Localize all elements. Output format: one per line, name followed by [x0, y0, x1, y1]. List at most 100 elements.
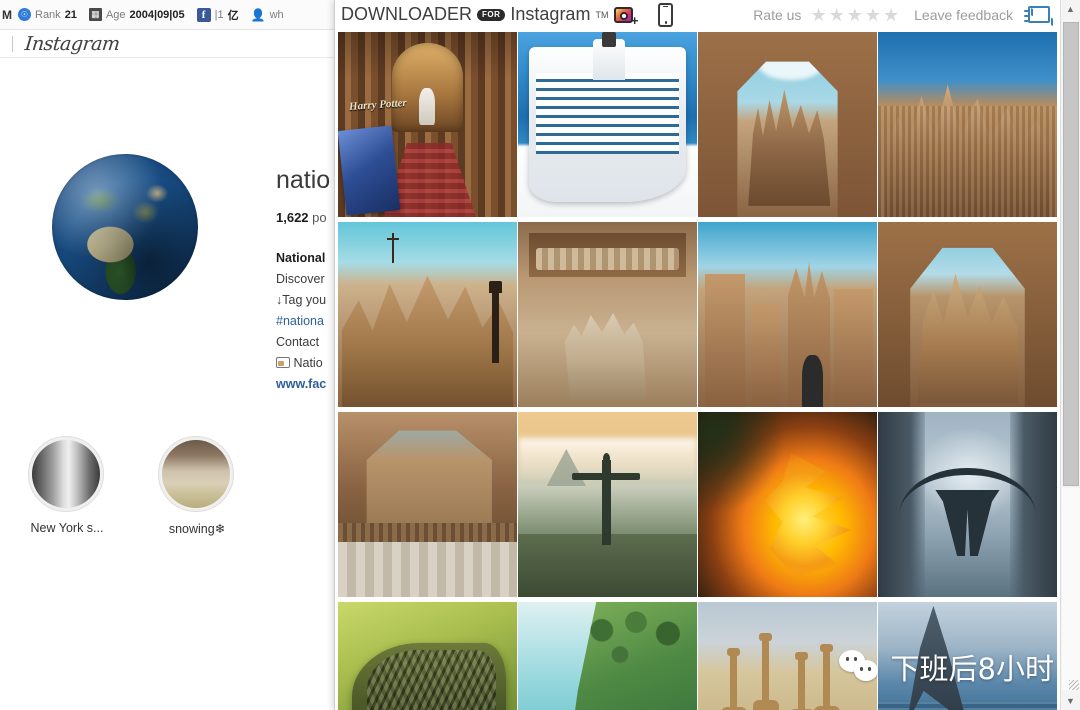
instagram-site-header: Instagram: [0, 30, 340, 58]
envelope-icon[interactable]: [1024, 5, 1050, 24]
star-icon[interactable]: ★: [865, 6, 881, 24]
downloader-window: DOWNLOADER FOR Instagram TM + Rate us ★ ★…: [334, 0, 1080, 710]
profile-posts-strip: [0, 656, 340, 710]
photo-cathedral: [338, 222, 517, 407]
globe-rank-icon: ☉: [18, 8, 31, 21]
downloader-header-actions: Rate us ★ ★ ★ ★ ★ Leave feedback: [753, 5, 1072, 24]
highlight-thumb-nyc: [32, 440, 100, 508]
vertical-scrollbar[interactable]: ▲ ▼: [1060, 0, 1080, 710]
instagram-profile-panel: natio 1,622 po National Discover ↓Tag yo…: [0, 58, 340, 710]
toolbar-age-label: Age: [105, 8, 126, 21]
toolbar-fb-label: |1: [214, 8, 224, 21]
toolbar-rank-label: Rank: [35, 8, 61, 21]
star-icon[interactable]: ★: [829, 6, 845, 24]
toolbar-rank-item[interactable]: ☉ Rank 21: [12, 0, 83, 29]
watermark-text: 下班后8小时: [890, 652, 1054, 686]
photo-cell[interactable]: [518, 222, 697, 407]
title-tm: TM: [595, 9, 609, 20]
title-instagram: Instagram: [510, 4, 591, 24]
profile-username: natio: [276, 166, 331, 194]
star-icon[interactable]: ★: [883, 6, 899, 24]
calendar-icon: ▦: [88, 8, 102, 21]
leave-feedback-label[interactable]: Leave feedback: [914, 7, 1013, 23]
photo-cell[interactable]: [878, 412, 1057, 597]
tv-icon: [276, 357, 290, 368]
posts-count: 1,622: [276, 210, 309, 225]
camera-plus-sign: +: [630, 12, 639, 28]
avatar[interactable]: [52, 154, 202, 304]
photo-cell[interactable]: [518, 602, 697, 710]
highlight-ring: [158, 436, 234, 512]
highlight-thumb-snow: [162, 440, 230, 508]
photo-library: Harry Potter: [338, 32, 517, 217]
photo-misty-bridge: [878, 412, 1057, 597]
photo-cell[interactable]: [698, 32, 877, 217]
rate-us-label[interactable]: Rate us: [753, 7, 801, 23]
toolbar-letter-m: M: [2, 7, 12, 22]
highlight-item-snowing[interactable]: snowing❄: [158, 436, 236, 536]
highlight-item-new-york[interactable]: New York s...: [28, 436, 106, 536]
photo-cell[interactable]: [518, 412, 697, 597]
photo-castle-spires: [878, 32, 1057, 217]
photo-cruise-ship: [518, 32, 697, 217]
toolbar-age-item[interactable]: ▦ Age 2004|09|05: [83, 0, 191, 29]
photo-cell[interactable]: [878, 222, 1057, 407]
title-for-badge: FOR: [477, 8, 506, 21]
earth-globe-avatar: [52, 154, 198, 300]
photo-cell[interactable]: [698, 222, 877, 407]
toolbar-visitors-label: wh: [269, 8, 284, 21]
title-downloader: DOWNLOADER: [341, 4, 473, 24]
resize-grip[interactable]: [1069, 680, 1079, 690]
toolbar-facebook-item[interactable]: f |1 亿: [191, 0, 245, 29]
photo-castle-towers: [698, 222, 877, 407]
photo-yellow-blossoms: [698, 412, 877, 597]
photo-cell[interactable]: [338, 602, 517, 710]
photo-cell[interactable]: [518, 32, 697, 217]
photo-castle-archway: [878, 222, 1057, 407]
scrollbar-thumb[interactable]: [1063, 22, 1079, 486]
photo-castle-arch: [698, 32, 877, 217]
person-icon: 👤: [250, 7, 266, 22]
photo-crocodile: [338, 602, 517, 710]
photo-cell[interactable]: [878, 32, 1057, 217]
profile-posts-stat: 1,622 po: [276, 210, 327, 225]
envelope-body: [1028, 5, 1050, 23]
toolbar-fb-value: 亿: [227, 9, 239, 22]
story-highlights: New York s... snowing❄: [0, 436, 340, 536]
downloader-header: DOWNLOADER FOR Instagram TM + Rate us ★ ★…: [335, 0, 1080, 29]
wechat-watermark: 下班后8小时: [838, 646, 1054, 688]
photo-grid: Harry Potter: [338, 32, 1060, 710]
photo-cell[interactable]: [338, 412, 517, 597]
instagram-wordmark[interactable]: Instagram: [24, 33, 121, 55]
wechat-icon: [838, 650, 881, 684]
photo-christ-redeemer: [518, 412, 697, 597]
rating-stars[interactable]: ★ ★ ★ ★ ★: [810, 6, 899, 24]
photo-cell[interactable]: [338, 222, 517, 407]
scroll-down-arrow-icon[interactable]: ▼: [1061, 692, 1080, 710]
posts-label: po: [312, 210, 327, 225]
star-icon[interactable]: ★: [847, 6, 863, 24]
header-divider: [12, 35, 13, 52]
photo-cell[interactable]: Harry Potter: [338, 32, 517, 217]
mobile-phone-icon[interactable]: [658, 2, 674, 27]
highlight-ring: [28, 436, 104, 512]
photo-coastal-lagoon: [518, 602, 697, 710]
toolbar-age-value: 2004|09|05: [129, 8, 185, 21]
scroll-up-arrow-icon[interactable]: ▲: [1061, 0, 1080, 18]
toolbar-visitors-item[interactable]: 👤 wh: [245, 0, 290, 29]
downloader-body: Harry Potter: [335, 29, 1080, 710]
downloader-title: DOWNLOADER FOR Instagram TM: [341, 4, 608, 25]
photo-cell[interactable]: [698, 412, 877, 597]
toolbar-rank-value: 21: [64, 8, 77, 21]
camera-lens: [620, 11, 629, 20]
photo-castle-bridge: [338, 412, 517, 597]
photo-stone-carving: [518, 222, 697, 407]
screen-root: M ☉ Rank 21 ▦ Age 2004|09|05 f |1 亿 👤 wh…: [0, 0, 1080, 710]
bio-line-5-text: Natio: [293, 356, 323, 370]
browser-seo-toolbar: M ☉ Rank 21 ▦ Age 2004|09|05 f |1 亿 👤 wh: [0, 0, 340, 30]
highlight-label: New York s...: [30, 521, 104, 535]
star-icon[interactable]: ★: [810, 6, 826, 24]
highlight-label: snowing❄: [168, 522, 226, 536]
scrollbar-track[interactable]: [1062, 488, 1080, 690]
camera-plus-icon[interactable]: +: [614, 5, 639, 28]
